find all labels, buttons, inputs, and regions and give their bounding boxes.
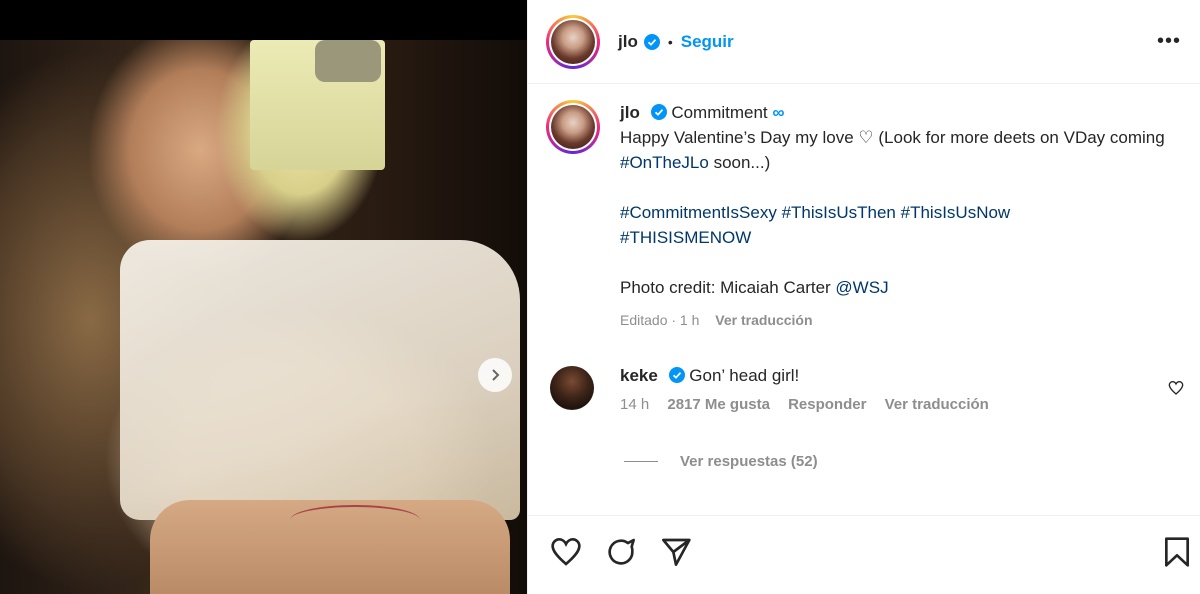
photo-shirt-shape bbox=[120, 240, 520, 520]
caption-username[interactable]: jlo bbox=[620, 103, 640, 122]
next-button[interactable] bbox=[478, 358, 512, 392]
photo-tattoo-shape bbox=[290, 505, 420, 535]
action-bar bbox=[528, 515, 1200, 594]
see-translation-link[interactable]: Ver traducción bbox=[715, 312, 812, 328]
verified-icon bbox=[668, 367, 685, 383]
caption-avatar-image bbox=[551, 105, 595, 149]
comment-heart-icon[interactable] bbox=[1168, 380, 1184, 396]
avatar[interactable] bbox=[546, 14, 600, 69]
comment-username[interactable]: keke bbox=[620, 366, 658, 385]
view-replies[interactable]: Ver respuestas (52) bbox=[624, 453, 818, 470]
mention-wsj[interactable]: @WSJ bbox=[835, 278, 888, 297]
bookmark-icon[interactable] bbox=[1162, 536, 1192, 568]
post-media[interactable] bbox=[0, 0, 527, 594]
next-icon bbox=[492, 369, 500, 381]
comment-likes[interactable]: 2817 Me gusta bbox=[667, 396, 770, 413]
hashtag-onthejlo[interactable]: #OnTheJLo bbox=[620, 153, 709, 172]
caption-avatar[interactable] bbox=[546, 100, 600, 154]
caption-line2: Happy Valentine’s Day my love ♡ (Look fo… bbox=[620, 128, 1165, 147]
hashtag-thisismenow[interactable]: #THISISMENOW bbox=[620, 228, 751, 247]
comment-translate-link[interactable]: Ver traducción bbox=[885, 396, 989, 413]
heart-icon[interactable] bbox=[550, 536, 582, 568]
share-icon[interactable] bbox=[660, 536, 692, 568]
post-header: jlo • Seguir ••• bbox=[528, 0, 1200, 84]
caption-line1: Commitment bbox=[671, 103, 768, 122]
header-username[interactable]: jlo bbox=[618, 32, 638, 52]
post-caption: jlo Commitment ∞ Happy Valentine’s Day m… bbox=[546, 100, 1186, 333]
hashtag-thisisusnow[interactable]: #ThisIsUsNow bbox=[901, 203, 1011, 222]
hashtag-commitmentissexy[interactable]: #CommitmentIsSexy bbox=[620, 203, 777, 222]
more-icon[interactable]: ••• bbox=[1157, 30, 1181, 53]
verified-icon bbox=[643, 33, 660, 50]
reply-button[interactable]: Responder bbox=[788, 396, 866, 413]
photo-credit: Photo credit: Micaiah Carter bbox=[620, 278, 836, 297]
comment-time: 14 h bbox=[620, 396, 650, 413]
infinity-emoji: ∞ bbox=[772, 103, 785, 122]
replies-divider bbox=[624, 461, 658, 462]
hashtag-thisisusthen[interactable]: #ThisIsUsThen bbox=[782, 203, 896, 222]
header-dot: • bbox=[667, 33, 673, 50]
view-replies-label[interactable]: Ver respuestas (52) bbox=[680, 453, 818, 470]
comment-text: Gon’ head girl! bbox=[689, 366, 800, 385]
comment: keke Gon’ head girl! 14 h 2817 Me gusta … bbox=[550, 366, 1190, 413]
avatar-image bbox=[551, 19, 595, 64]
post-side-panel: jlo • Seguir ••• jlo Commitment ∞ Happy … bbox=[527, 0, 1200, 594]
verified-icon bbox=[650, 104, 667, 120]
comment-avatar[interactable] bbox=[550, 366, 594, 410]
follow-button[interactable]: Seguir bbox=[681, 32, 734, 52]
comment-icon[interactable] bbox=[605, 536, 637, 568]
caption-line2-end: soon...) bbox=[708, 153, 771, 172]
photo-camera-shape bbox=[315, 40, 381, 82]
edited-time: Editado · 1 h bbox=[620, 312, 700, 328]
caption-text: jlo Commitment ∞ Happy Valentine’s Day m… bbox=[620, 100, 1180, 333]
